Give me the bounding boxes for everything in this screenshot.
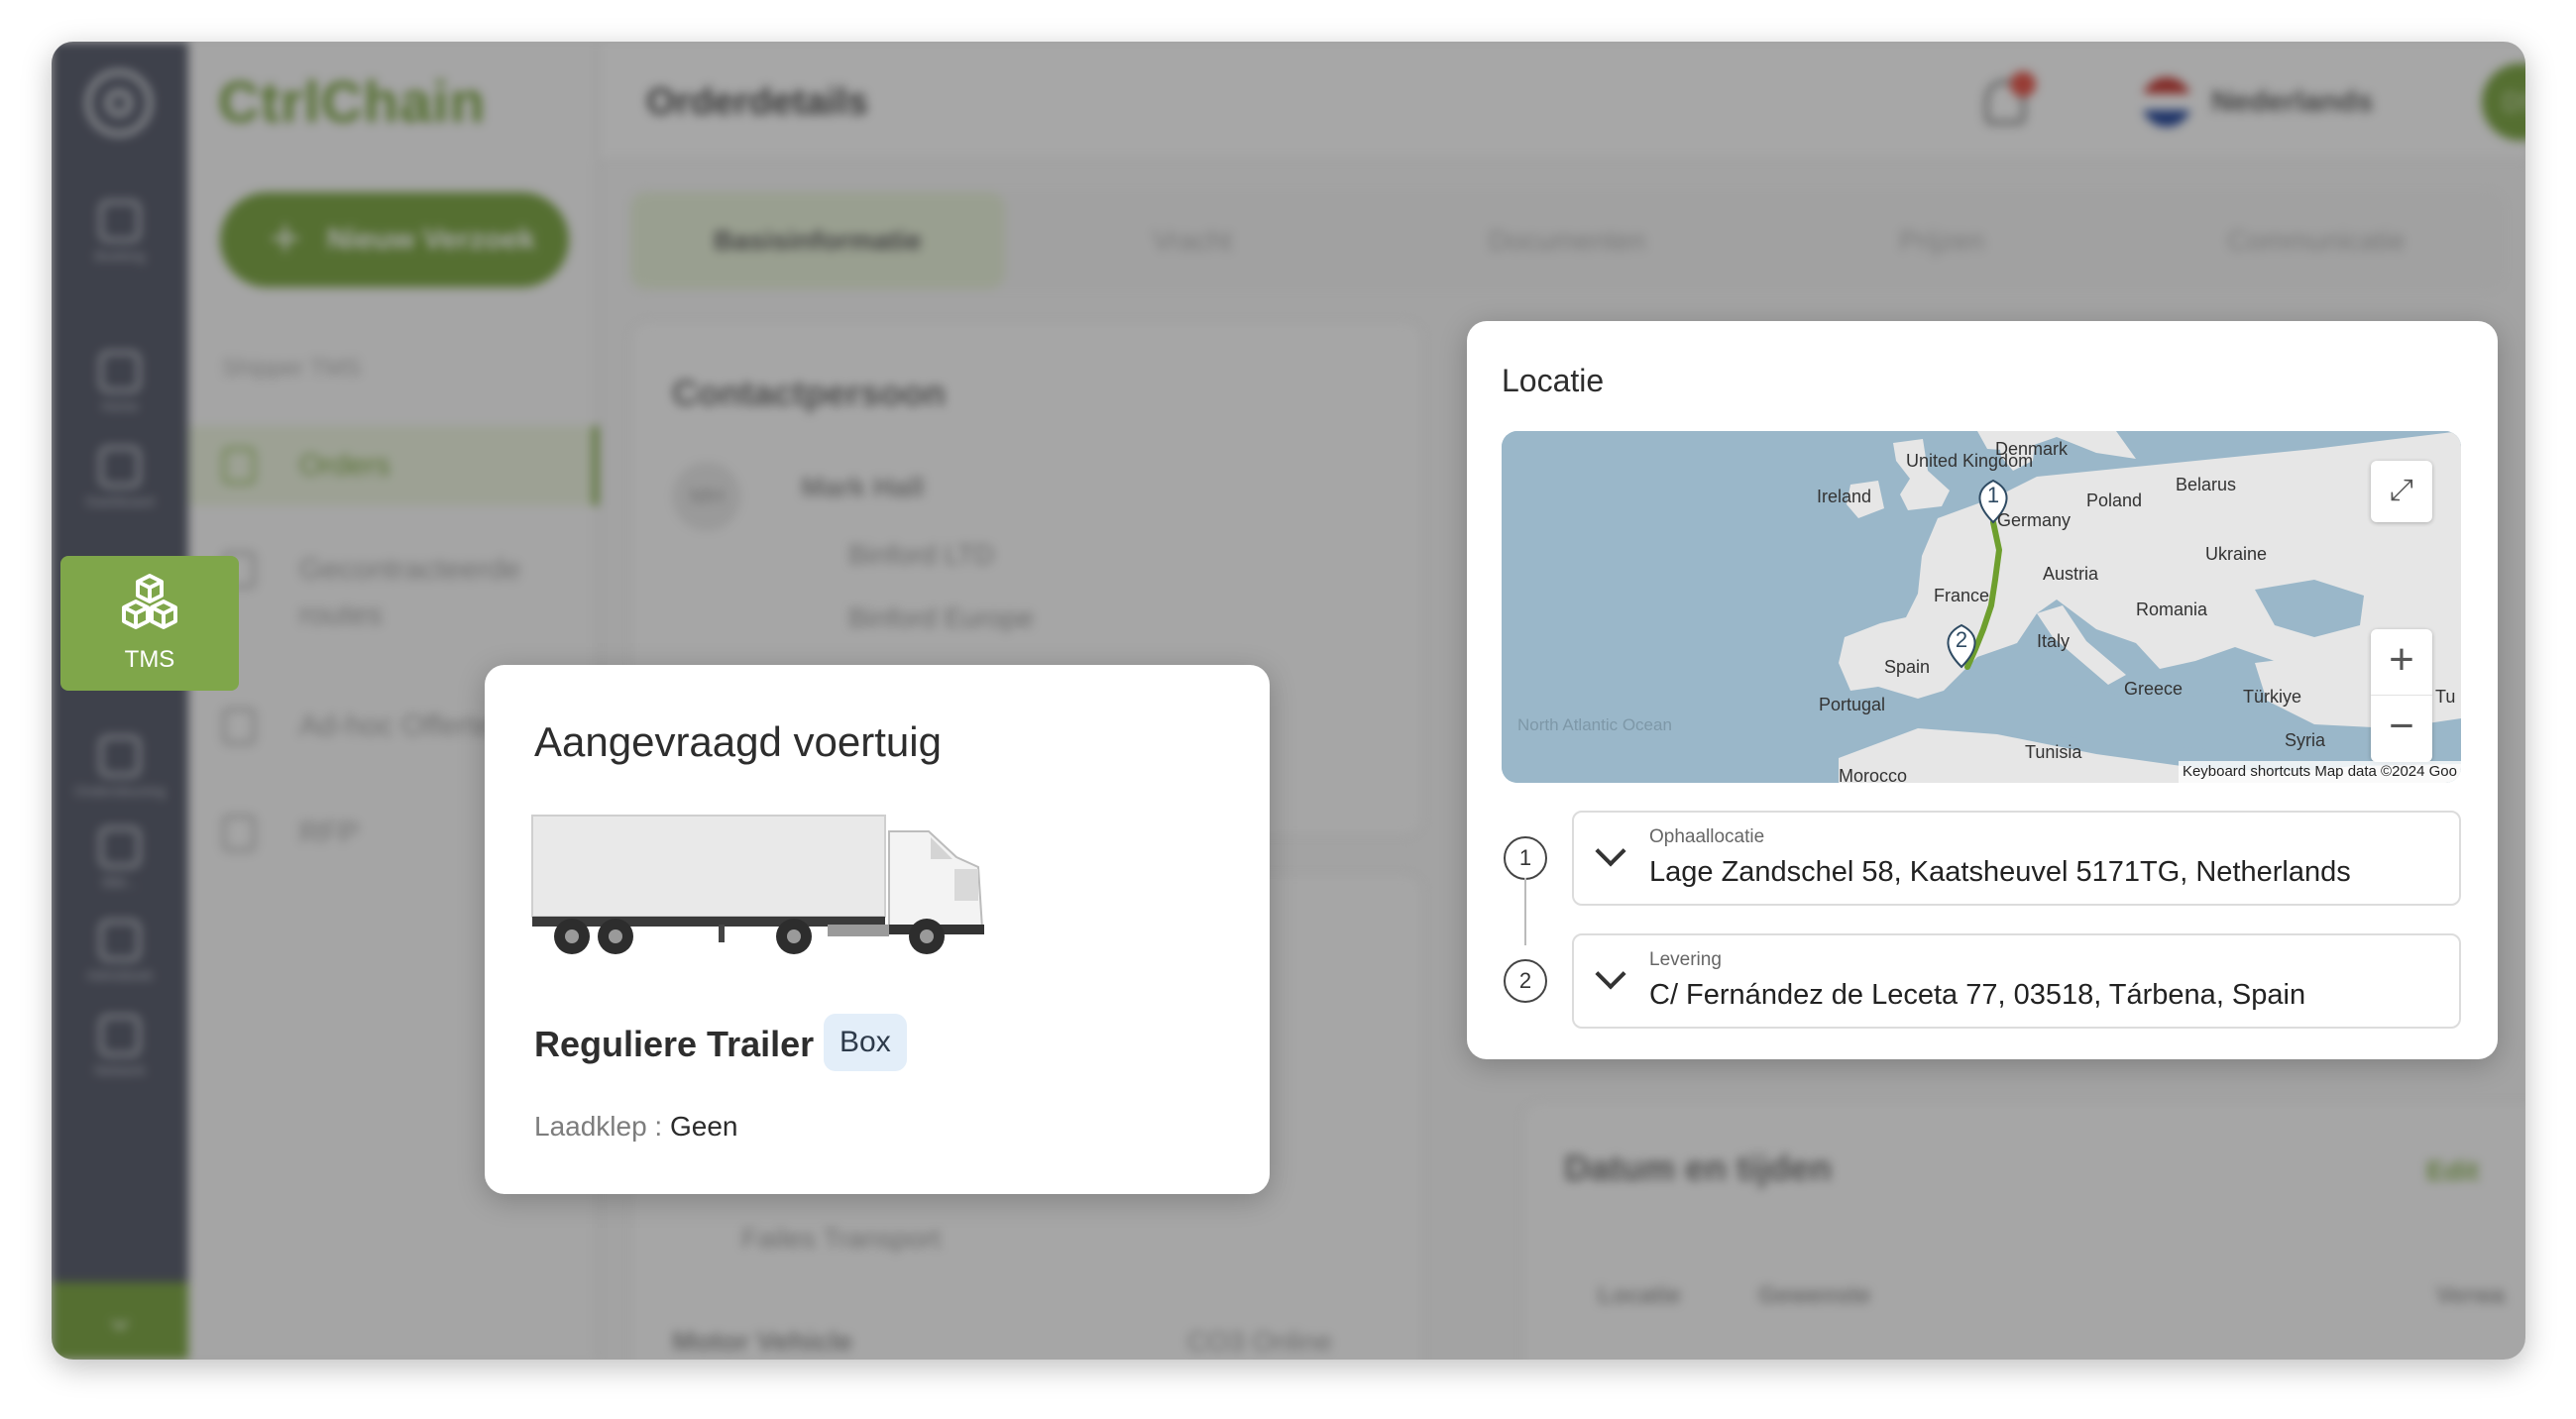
stop-connector <box>1524 878 1526 945</box>
map-label-portugal: Portugal <box>1819 695 1885 714</box>
map-label-syria: Syria <box>2285 730 2326 750</box>
chevron-down-icon[interactable] <box>1595 958 1626 990</box>
map-label-ocean: North Atlantic Ocean <box>1517 715 1672 734</box>
delivery-address: C/ Fernández de Leceta 77, 03518, Tárben… <box>1649 979 2306 1011</box>
tailgate-value: Geen <box>670 1111 738 1142</box>
map-pin-1[interactable]: 1 <box>1987 483 1999 507</box>
delivery-label: Levering <box>1649 949 1722 970</box>
map-label-spain: Spain <box>1884 657 1930 677</box>
map-label-tu: Tu <box>2435 687 2455 707</box>
map-label-ireland: Ireland <box>1817 487 1871 506</box>
stop-number-1: 1 <box>1504 836 1547 880</box>
modal-title: Locatie <box>1502 363 1605 398</box>
cubes-icon <box>122 574 177 629</box>
tailgate-separator: : <box>646 1111 670 1142</box>
map-label-ukraine: Ukraine <box>2205 544 2267 564</box>
pickup-address: Lage Zandschel 58, Kaatsheuvel 5171TG, N… <box>1649 856 2351 888</box>
zoom-out-button[interactable]: − <box>2371 696 2432 762</box>
pickup-location-field[interactable]: Ophaallocatie Lage Zandschel 58, Kaatshe… <box>1572 811 2461 906</box>
delivery-location-field[interactable]: Levering C/ Fernández de Leceta 77, 0351… <box>1572 933 2461 1029</box>
map-label-poland: Poland <box>2086 491 2142 510</box>
map-label-romania: Romania <box>2136 600 2208 619</box>
map-label-tunisia: Tunisia <box>2025 742 2082 762</box>
map-label-morocco: Morocco <box>1839 766 1907 783</box>
map-label-austria: Austria <box>2043 564 2099 584</box>
map-label-belarus: Belarus <box>2176 475 2236 494</box>
map-label-denmark: Denmark <box>1995 439 2069 459</box>
map-label-greece: Greece <box>2124 679 2183 699</box>
map-label-france: France <box>1934 586 1989 605</box>
tailgate-row: Laadklep : Geen <box>534 1111 738 1143</box>
tailgate-label: Laadklep <box>534 1111 647 1142</box>
map-label-germany: Germany <box>1997 510 2071 530</box>
stop-number-2: 2 <box>1504 959 1547 1003</box>
location-modal: Locatie 1 2 United Kingdom Ireland Denma… <box>1467 321 2498 1059</box>
map-pin-2[interactable]: 2 <box>1956 627 1967 652</box>
requested-vehicle-modal: Aangevraagd voertuig Reguliere Trailer B… <box>485 665 1270 1194</box>
map-label-italy: Italy <box>2037 631 2070 651</box>
fullscreen-icon[interactable]: ⤢ <box>2371 461 2432 522</box>
rail-item-tms-label: TMS <box>124 646 175 673</box>
pickup-label: Ophaallocatie <box>1649 826 1765 847</box>
vehicle-body-badge: Box <box>824 1014 907 1071</box>
zoom-in-button[interactable]: + <box>2371 629 2432 696</box>
map-zoom-control: + − <box>2371 629 2432 762</box>
map-label-turkiye: Türkiye <box>2243 687 2301 707</box>
vehicle-type: Reguliere Trailer <box>534 1024 815 1064</box>
map-attribution[interactable]: Keyboard shortcuts Map data ©2024 Goo <box>2178 761 2461 783</box>
truck-icon <box>531 815 984 954</box>
map-canvas: 1 2 United Kingdom Ireland Denmark Belar… <box>1502 431 2461 783</box>
route-map[interactable]: 1 2 United Kingdom Ireland Denmark Belar… <box>1502 431 2461 783</box>
chevron-down-icon[interactable] <box>1595 835 1626 867</box>
modal-title: Aangevraagd voertuig <box>534 718 942 765</box>
rail-item-tms[interactable]: TMS <box>60 556 239 691</box>
